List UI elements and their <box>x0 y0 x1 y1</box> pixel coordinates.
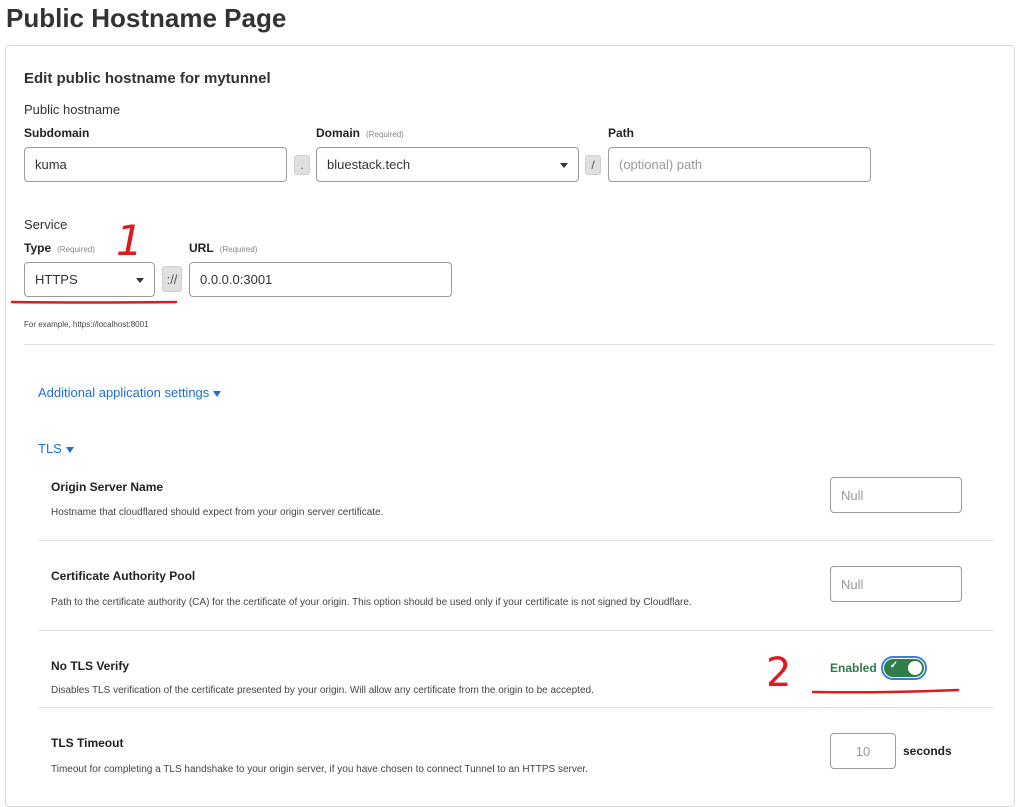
annotation-mark-2: 2 <box>766 650 791 696</box>
annotation-mark-1: 1 <box>116 216 143 265</box>
annotation-underline-2 <box>811 688 960 694</box>
annotation-underline-1 <box>10 300 178 304</box>
annotation-overlay: 1 2 <box>10 216 960 696</box>
